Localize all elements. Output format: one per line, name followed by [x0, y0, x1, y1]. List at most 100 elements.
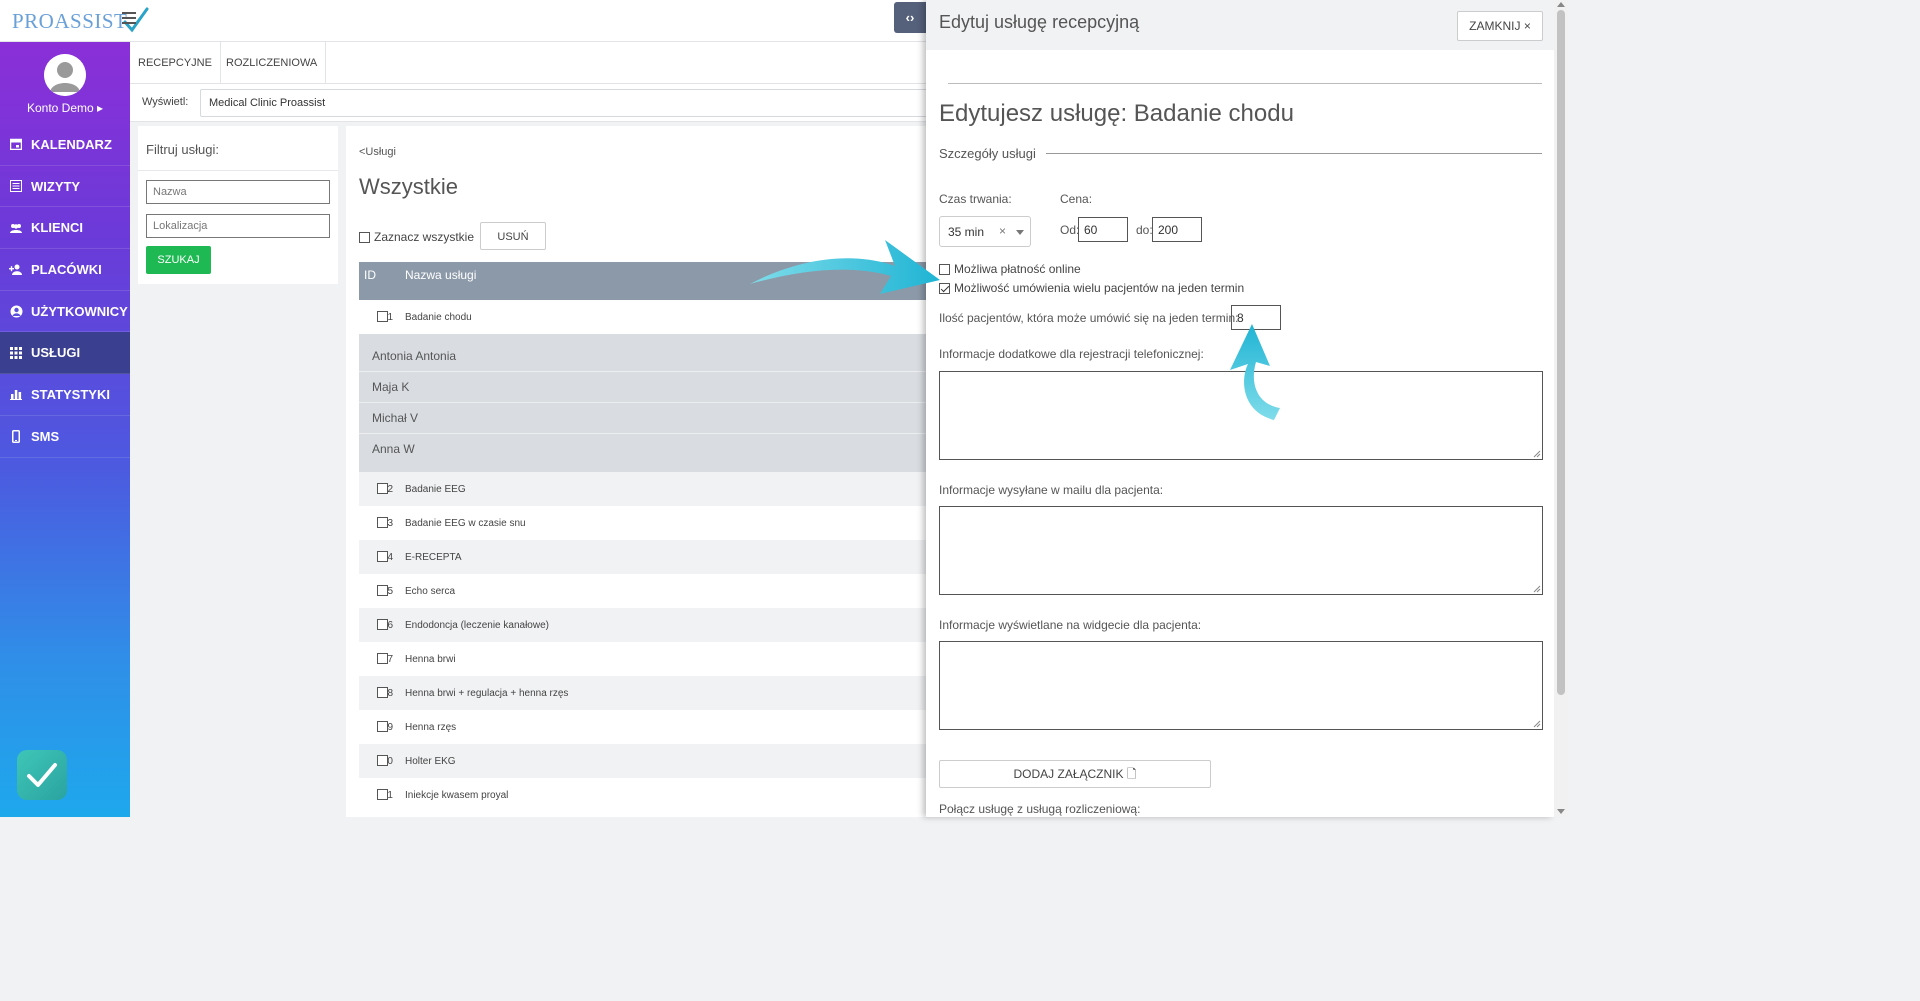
- sidebar-item-uslugi[interactable]: USŁUGI: [0, 332, 130, 375]
- column-header-name[interactable]: Nazwa usługi: [405, 268, 476, 282]
- sidebar-item-wizyty[interactable]: WIZYTY: [0, 166, 130, 208]
- sidebar-item-label: KALENDARZ: [31, 136, 112, 152]
- list-item[interactable]: Anna W: [372, 442, 415, 456]
- breadcrumb[interactable]: <Usługi: [359, 146, 396, 158]
- row-checkbox[interactable]: [377, 551, 388, 562]
- scrollbar[interactable]: [1554, 0, 1568, 817]
- sidebar-item-klienci[interactable]: KLIENCI: [0, 207, 130, 250]
- assigned-staff-list: Antonia Antonia Maja K Michał V Anna W: [359, 334, 926, 472]
- select-all-checkbox[interactable]: [359, 231, 370, 243]
- check-badge-icon[interactable]: [17, 750, 67, 800]
- hamburger-menu-icon[interactable]: [122, 12, 138, 28]
- sidebar-item-label: UŻYTKOWNICY: [31, 303, 128, 319]
- panel-header: Edytuj usługę recepcyjną ZAMKNIJ ×: [926, 0, 1554, 50]
- patients-count-label: Ilość pacjentów, która może umówić się n…: [939, 311, 1239, 325]
- phone-info-label: Informacje dodatkowe dla rejestracji tel…: [939, 347, 1204, 361]
- chevron-down-icon[interactable]: [1016, 230, 1024, 235]
- user-circle-icon: [9, 304, 23, 318]
- row-checkbox[interactable]: [377, 687, 388, 698]
- row-checkbox[interactable]: [377, 517, 388, 528]
- table-row[interactable]: 6 Endodoncja (leczenie kanałowe): [359, 608, 926, 642]
- scroll-down-icon[interactable]: [1557, 809, 1565, 814]
- table-row[interactable]: 8 Henna brwi + regulacja + henna rzęs: [359, 676, 926, 710]
- table-row[interactable]: 2 Badanie EEG: [359, 472, 926, 506]
- add-attachment-button[interactable]: DODAJ ZAŁĄCZNIK 🗋: [939, 760, 1211, 788]
- row-name[interactable]: Badanie chodu: [405, 312, 472, 323]
- table-row[interactable]: 10 Holter EKG: [359, 744, 926, 778]
- list-item[interactable]: Michał V: [372, 411, 418, 425]
- clinic-select[interactable]: Medical Clinic Proassist: [200, 89, 930, 117]
- row-checkbox[interactable]: [377, 653, 388, 664]
- row-checkbox[interactable]: [377, 789, 388, 800]
- filter-panel: Filtruj usługi: Nazwa Lokalizacja SZUKAJ: [138, 126, 338, 284]
- online-payment-option[interactable]: Możliwa płatność online: [939, 262, 1081, 276]
- profile[interactable]: Konto Demo ▸: [0, 42, 130, 124]
- price-to-input[interactable]: 200: [1152, 217, 1202, 242]
- row-checkbox[interactable]: [377, 755, 388, 766]
- page-title: Wszystkie: [359, 174, 458, 199]
- scroll-up-icon[interactable]: [1557, 2, 1565, 7]
- row-checkbox[interactable]: [377, 483, 388, 494]
- tab-rozliczeniowa[interactable]: ROZLICZENIOWA: [218, 42, 327, 84]
- row-name[interactable]: Henna brwi + regulacja + henna rzęs: [405, 688, 568, 699]
- profile-name[interactable]: Konto Demo ▸: [0, 101, 130, 115]
- table-row[interactable]: 5 Echo serca: [359, 574, 926, 608]
- table-row[interactable]: 1 Badanie chodu: [359, 300, 926, 334]
- row-checkbox[interactable]: [377, 619, 388, 630]
- price-from-input[interactable]: 60: [1078, 217, 1128, 242]
- row-name[interactable]: Badanie EEG: [405, 484, 466, 495]
- sidebar-item-statystyki[interactable]: STATYSTYKI: [0, 374, 130, 416]
- email-info-textarea[interactable]: [939, 506, 1543, 595]
- multi-patients-option[interactable]: Możliwość umówienia wielu pacjentów na j…: [939, 281, 1244, 295]
- sidebar-item-kalendarz[interactable]: KALENDARZ: [0, 124, 130, 166]
- row-checkbox[interactable]: [377, 585, 388, 596]
- list-item[interactable]: Antonia Antonia: [372, 349, 456, 363]
- clear-icon[interactable]: ×: [999, 224, 1006, 238]
- services-list-panel: <Usługi Wszystkie Zaznacz wszystkie USUŃ…: [346, 126, 926, 817]
- table-row[interactable]: 11 Iniekcje kwasem proyal: [359, 778, 926, 812]
- close-button[interactable]: ZAMKNIJ ×: [1457, 11, 1543, 41]
- link-service-label: Połącz usługę z usługą rozliczeniową:: [939, 802, 1141, 816]
- search-button[interactable]: SZUKAJ: [146, 246, 211, 274]
- location-filter-input[interactable]: Lokalizacja: [146, 214, 330, 238]
- column-header-id[interactable]: ID: [364, 268, 376, 282]
- row-id: 1: [387, 312, 393, 323]
- row-checkbox[interactable]: [377, 311, 388, 322]
- row-name[interactable]: E-RECEPTA: [405, 552, 462, 563]
- list-item[interactable]: Maja K: [372, 380, 409, 394]
- name-filter-input[interactable]: Nazwa: [146, 180, 330, 204]
- price-to-label: do:: [1136, 223, 1153, 237]
- table-row[interactable]: 4 E-RECEPTA: [359, 540, 926, 574]
- sidebar-item-uzytkownicy[interactable]: UŻYTKOWNICY: [0, 291, 130, 333]
- scroll-thumb[interactable]: [1557, 10, 1565, 695]
- select-all[interactable]: Zaznacz wszystkie: [359, 230, 474, 244]
- duration-select[interactable]: 35 min ×: [939, 216, 1031, 247]
- avatar[interactable]: [44, 54, 86, 96]
- row-name[interactable]: Henna rzęs: [405, 722, 456, 733]
- row-checkbox[interactable]: [377, 721, 388, 732]
- sidebar-item-sms[interactable]: SMS: [0, 416, 130, 458]
- sidebar-item-placowki[interactable]: PLACÓWKI: [0, 249, 130, 291]
- widget-info-textarea[interactable]: [939, 641, 1543, 730]
- delete-button[interactable]: USUŃ: [480, 222, 546, 250]
- panel-toggle-button[interactable]: ‹›: [894, 2, 926, 33]
- table-row[interactable]: 3 Badanie EEG w czasie snu: [359, 506, 926, 540]
- row-name[interactable]: Iniekcje kwasem proyal: [405, 790, 508, 801]
- row-name[interactable]: Echo serca: [405, 586, 455, 597]
- display-label: Wyświetl:: [142, 96, 189, 108]
- row-id: 7: [387, 654, 393, 665]
- table-row[interactable]: 9 Henna rzęs: [359, 710, 926, 744]
- row-id: 3: [387, 518, 393, 529]
- row-name[interactable]: Endodoncja (leczenie kanałowe): [405, 620, 549, 631]
- sidebar-item-label: STATYSTYKI: [31, 386, 110, 402]
- resize-grip-icon[interactable]: [1533, 450, 1541, 458]
- row-name[interactable]: Badanie EEG w czasie snu: [405, 518, 526, 529]
- tab-recepcyjne[interactable]: RECEPCYJNE: [130, 42, 221, 84]
- row-name[interactable]: Holter EKG: [405, 756, 456, 767]
- select-all-label: Zaznacz wszystkie: [374, 230, 475, 244]
- row-name[interactable]: Henna brwi: [405, 654, 456, 665]
- resize-grip-icon[interactable]: [1533, 585, 1541, 593]
- resize-grip-icon[interactable]: [1533, 720, 1541, 728]
- table-row[interactable]: 7 Henna brwi: [359, 642, 926, 676]
- list-icon: [9, 179, 23, 193]
